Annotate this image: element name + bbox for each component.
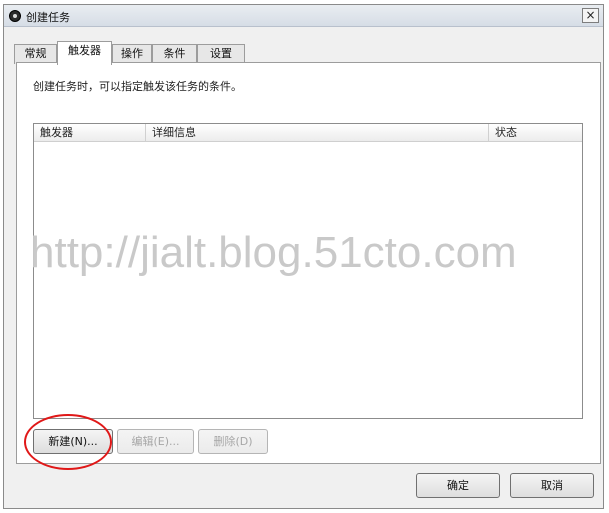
task-scheduler-icon [9, 10, 21, 22]
ok-button[interactable]: 确定 [416, 473, 500, 498]
delete-trigger-button[interactable]: 删除(D) [198, 429, 268, 454]
triggers-panel: 创建任务时，可以指定触发该任务的条件。 触发器 详细信息 状态 新建(N)...… [16, 62, 601, 464]
triggers-description: 创建任务时，可以指定触发该任务的条件。 [33, 80, 242, 93]
tab-strip: 常规 触发器 操作 条件 设置 [14, 41, 604, 65]
tab-settings[interactable]: 设置 [197, 44, 245, 64]
column-header-details[interactable]: 详细信息 [146, 124, 489, 142]
column-header-status[interactable]: 状态 [489, 124, 582, 142]
tab-conditions[interactable]: 条件 [152, 44, 197, 64]
triggers-list[interactable]: 触发器 详细信息 状态 [33, 123, 583, 419]
tab-triggers[interactable]: 触发器 [57, 41, 112, 65]
column-header-trigger[interactable]: 触发器 [34, 124, 146, 142]
close-button[interactable]: × [582, 8, 599, 23]
window-title: 创建任务 [26, 11, 70, 24]
tab-actions[interactable]: 操作 [112, 44, 152, 64]
list-header: 触发器 详细信息 状态 [34, 124, 582, 142]
edit-trigger-button[interactable]: 编辑(E)... [117, 429, 194, 454]
highlight-circle [24, 414, 112, 470]
cancel-button[interactable]: 取消 [510, 473, 594, 498]
tab-general[interactable]: 常规 [14, 44, 57, 64]
create-task-dialog: 创建任务 × 常规 触发器 操作 条件 设置 创建任务时，可以指定触发该任务的条… [3, 4, 604, 509]
title-bar: 创建任务 × [4, 5, 603, 27]
